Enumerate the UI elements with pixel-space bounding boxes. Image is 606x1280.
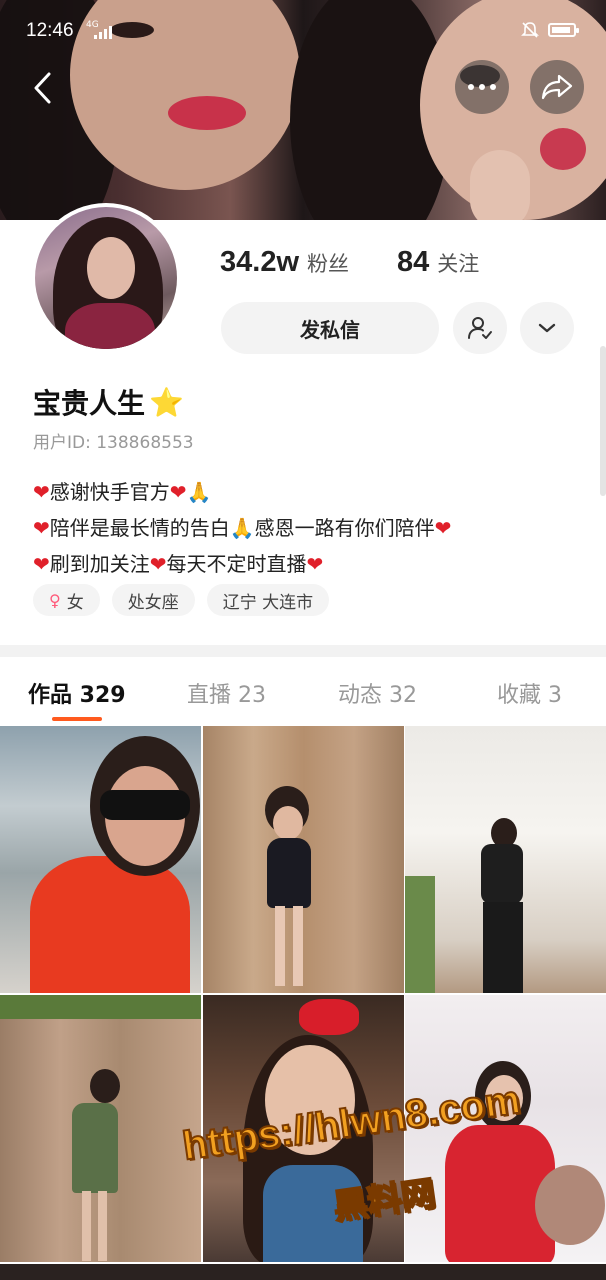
cover-shape [540, 128, 586, 170]
avatar[interactable] [31, 203, 181, 353]
active-tab-indicator [52, 717, 102, 721]
send-message-button[interactable]: 发私信 [221, 302, 439, 354]
following-count[interactable]: 84 [397, 246, 429, 279]
chevron-left-icon [34, 72, 51, 104]
section-divider [0, 645, 606, 657]
bio-text: 陪伴是最长情的告白 [49, 516, 230, 540]
tag-label: 女 [66, 592, 84, 613]
heart-icon: ❤ [33, 552, 50, 576]
user-follow-icon [468, 317, 492, 339]
tab-favorites[interactable]: 收藏 3 [497, 677, 562, 709]
bio-line: ❤感谢快手官方❤🙏 [33, 474, 451, 510]
content-tabs: 作品 329 直播 23 动态 32 收藏 3 [0, 657, 606, 725]
tag-gender[interactable]: ♀ 女 [33, 584, 100, 616]
heart-icon: ❤ [169, 480, 187, 504]
more-button[interactable] [455, 60, 509, 114]
cover-shape [168, 96, 246, 130]
pray-icon: 🙏 [186, 480, 212, 504]
profile-tags: ♀ 女 处女座 辽宁 大连市 [33, 584, 330, 616]
tag-location[interactable]: 辽宁 大连市 [206, 584, 330, 616]
bio-line: ❤陪伴是最长情的告白🙏感恩一路有你们陪伴❤ [33, 510, 451, 546]
back-button[interactable] [24, 66, 60, 110]
followers-label[interactable]: 粉丝 [307, 248, 349, 278]
profile-name-text: 宝贵人生 [33, 387, 146, 420]
heart-icon: ❤ [434, 516, 452, 540]
follow-user-button[interactable] [453, 302, 507, 354]
more-dots-icon [468, 84, 496, 90]
expand-button[interactable] [520, 302, 574, 354]
mute-icon [520, 20, 540, 40]
share-arrow-icon [541, 74, 573, 100]
avatar-image [35, 207, 177, 349]
tag-zodiac[interactable]: 处女座 [111, 584, 195, 616]
signal-icon [94, 26, 112, 39]
tag-label: 处女座 [127, 592, 179, 613]
video-thumbnail[interactable] [0, 726, 201, 993]
works-grid [0, 726, 606, 1280]
bio-text: 感谢快手官方 [49, 480, 170, 504]
heart-icon: ❤ [33, 516, 50, 540]
video-thumbnail[interactable] [405, 726, 606, 993]
battery-icon [548, 23, 579, 37]
pray-icon: 🙏 [229, 516, 255, 540]
female-icon: ♀ [49, 590, 61, 610]
bio-text: 每天不定时直播 [166, 552, 307, 576]
video-thumbnail[interactable] [203, 726, 404, 993]
heart-icon: ❤ [33, 480, 50, 504]
cover-shape [470, 150, 530, 220]
next-row-peek [0, 1264, 606, 1280]
profile-bio: ❤感谢快手官方❤🙏 ❤陪伴是最长情的告白🙏感恩一路有你们陪伴❤ ❤刷到加关注❤每… [33, 474, 451, 582]
bio-text: 感恩一路有你们陪伴 [254, 516, 435, 540]
video-thumbnail[interactable] [0, 995, 201, 1262]
heart-icon: ❤ [306, 552, 324, 576]
star-badge-icon: ⭐ [149, 385, 184, 419]
tag-label: 辽宁 大连市 [222, 592, 314, 613]
profile-name: 宝贵人生 ⭐ [33, 382, 184, 422]
chevron-down-icon [538, 323, 556, 333]
tab-works[interactable]: 作品 329 [28, 677, 126, 709]
bio-line: ❤刷到加关注❤每天不定时直播❤ [33, 546, 451, 582]
scrollbar[interactable] [600, 346, 606, 496]
user-id: 用户ID: 138868553 [33, 433, 194, 453]
status-bar: 12:46 4G [0, 0, 606, 60]
tab-moments[interactable]: 动态 32 [338, 677, 417, 709]
share-button[interactable] [530, 60, 584, 114]
tab-live[interactable]: 直播 23 [187, 677, 266, 709]
heart-icon: ❤ [149, 552, 167, 576]
profile-stats: 34.2w 粉丝 84 关注 [220, 246, 479, 279]
status-time: 12:46 [26, 20, 74, 41]
followers-count[interactable]: 34.2w [220, 246, 299, 279]
following-label[interactable]: 关注 [437, 248, 479, 278]
bio-text: 刷到加关注 [49, 552, 150, 576]
